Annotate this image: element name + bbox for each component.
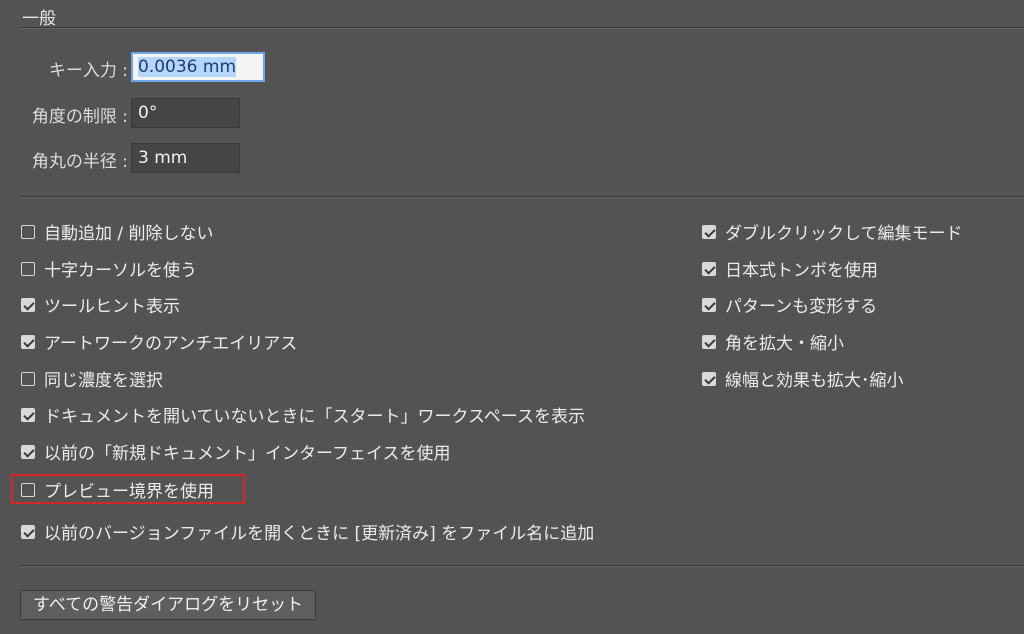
section-title: 一般 <box>22 9 56 29</box>
option-legacy-new-document[interactable]: 以前の「新規ドキュメント」インターフェイスを使用 <box>21 439 450 464</box>
checkbox-scale-strokes-effects[interactable] <box>702 371 716 386</box>
divider <box>20 565 1024 567</box>
constrain-angle-input[interactable]: 0° <box>131 98 240 128</box>
keyboard-increment-label: キー入力 : <box>48 61 128 81</box>
option-label: 線幅と効果も拡大･縮小 <box>725 371 904 391</box>
divider <box>20 27 1024 29</box>
reset-all-warning-dialogs-button[interactable]: すべての警告ダイアログをリセット <box>20 590 317 620</box>
option-double-click-isolate[interactable]: ダブルクリックして編集モード <box>702 219 963 244</box>
option-label: 自動追加 / 削除しない <box>44 224 214 244</box>
option-use-preview-bounds[interactable]: プレビュー境界を使用 <box>21 477 214 502</box>
option-label: 十字カーソルを使う <box>44 261 197 281</box>
keyboard-increment-value: 0.0036 mm <box>138 57 237 77</box>
keyboard-increment-input[interactable]: 0.0036 mm <box>131 52 265 82</box>
option-label: 以前のバージョンファイルを開くときに [更新済み] をファイル名に追加 <box>44 524 595 544</box>
checkbox-precise-cursors[interactable] <box>21 261 35 276</box>
constrain-angle-label: 角度の制限 : <box>31 107 128 127</box>
option-anti-aliased-artwork[interactable]: アートワークのアンチエイリアス <box>21 329 297 354</box>
option-show-start-workspace[interactable]: ドキュメントを開いていないときに「スタート」ワークスペースを表示 <box>21 402 585 427</box>
checkbox-select-same-tint[interactable] <box>21 371 35 386</box>
option-label: 以前の「新規ドキュメント」インターフェイスを使用 <box>44 444 451 464</box>
checkbox-show-start-workspace[interactable] <box>21 407 35 422</box>
constrain-angle-value: 0° <box>138 103 158 123</box>
option-auto-add-delete[interactable]: 自動追加 / 削除しない <box>21 219 214 244</box>
option-show-tool-tips[interactable]: ツールヒント表示 <box>21 292 180 317</box>
option-label: 日本式トンボを使用 <box>725 261 878 281</box>
preferences-general-panel: 一般 キー入力 : 0.0036 mm 角度の制限 : 0° 角丸の半径 : 3… <box>0 0 1024 634</box>
option-japanese-crop-marks[interactable]: 日本式トンボを使用 <box>702 256 878 281</box>
option-select-same-tint[interactable]: 同じ濃度を選択 <box>21 366 163 391</box>
checkbox-double-click-isolate[interactable] <box>702 224 716 239</box>
corner-radius-value: 3 mm <box>138 148 188 168</box>
option-label: ドキュメントを開いていないときに「スタート」ワークスペースを表示 <box>44 407 585 427</box>
option-label: プレビュー境界を使用 <box>44 482 214 502</box>
option-scale-strokes-effects[interactable]: 線幅と効果も拡大･縮小 <box>702 366 904 391</box>
checkbox-legacy-new-document[interactable] <box>21 444 35 459</box>
checkbox-show-tool-tips[interactable] <box>21 297 35 312</box>
checkbox-japanese-crop-marks[interactable] <box>702 261 716 276</box>
checkbox-scale-corners[interactable] <box>702 334 716 349</box>
option-label: パターンも変形する <box>725 297 878 317</box>
corner-radius-label: 角丸の半径 : <box>31 152 128 172</box>
checkbox-transform-pattern-tiles[interactable] <box>702 297 716 312</box>
option-label: 角を拡大・縮小 <box>725 334 844 354</box>
option-precise-cursors[interactable]: 十字カーソルを使う <box>21 256 197 281</box>
checkbox-anti-aliased-artwork[interactable] <box>21 334 35 349</box>
option-label: ツールヒント表示 <box>44 297 180 317</box>
option-append-converted-filename[interactable]: 以前のバージョンファイルを開くときに [更新済み] をファイル名に追加 <box>21 519 594 544</box>
option-label: アートワークのアンチエイリアス <box>44 334 298 354</box>
divider <box>20 196 1024 198</box>
option-label: ダブルクリックして編集モード <box>725 224 963 244</box>
checkbox-auto-add-delete[interactable] <box>21 224 35 239</box>
checkbox-use-preview-bounds[interactable] <box>21 482 35 497</box>
option-transform-pattern-tiles[interactable]: パターンも変形する <box>702 292 877 317</box>
corner-radius-input[interactable]: 3 mm <box>131 143 240 173</box>
option-label: 同じ濃度を選択 <box>44 371 163 391</box>
option-scale-corners[interactable]: 角を拡大・縮小 <box>702 329 844 354</box>
checkbox-append-converted-filename[interactable] <box>21 524 35 539</box>
